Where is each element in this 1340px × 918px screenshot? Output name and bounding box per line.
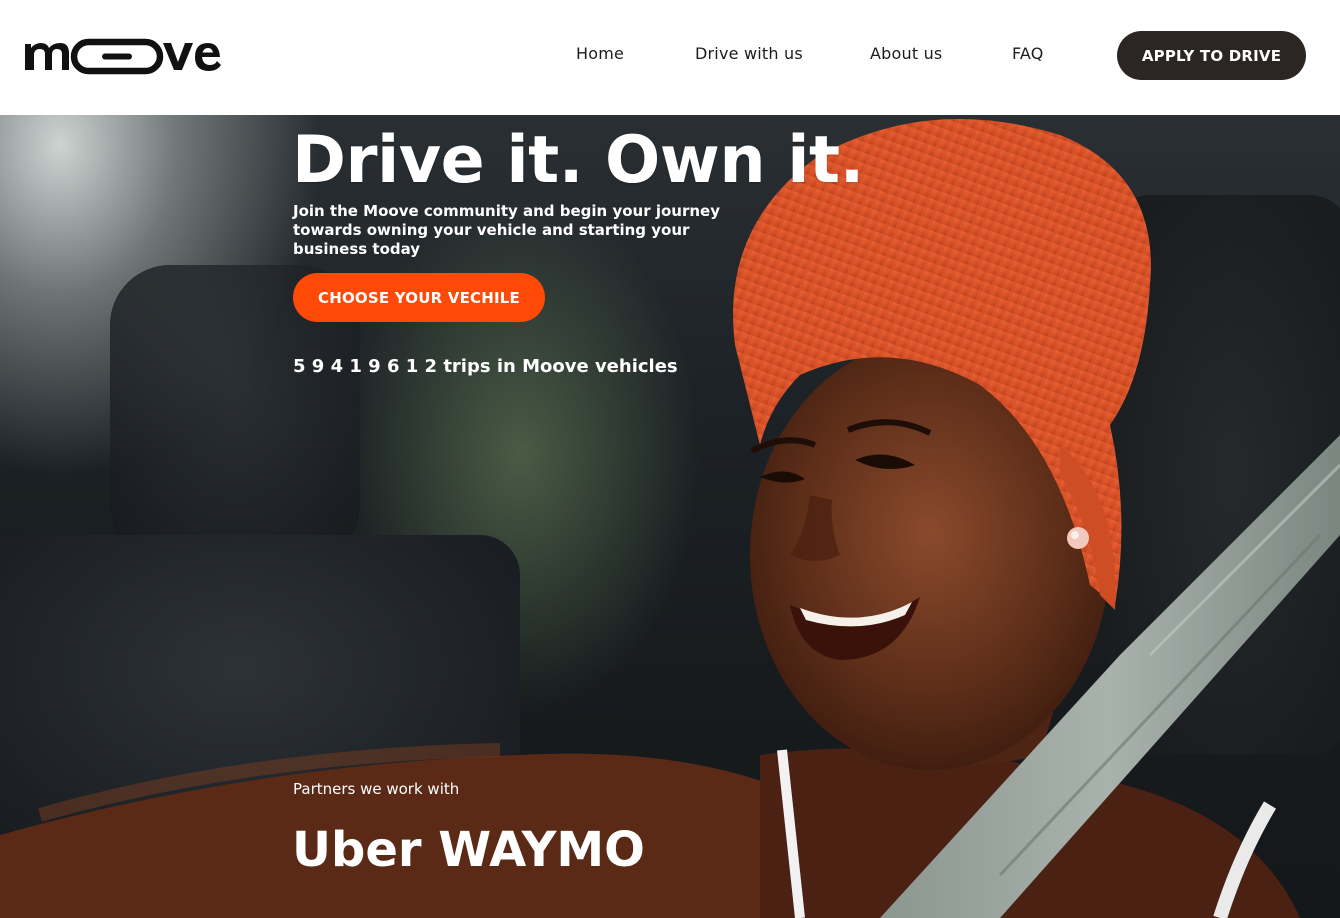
nav-drive-with-us-link[interactable]: Drive with us <box>695 44 803 63</box>
hero-subtitle: Join the Moove community and begin your … <box>293 202 720 258</box>
partners-label: Partners we work with <box>293 780 460 798</box>
apply-to-drive-button[interactable]: APPLY TO DRIVE <box>1117 31 1306 80</box>
partners-logos: Uber WAYMO <box>292 822 645 878</box>
trips-counter: 5 9 4 1 9 6 1 2 trips in Moove vehicles <box>293 356 678 377</box>
choose-vehicle-button[interactable]: CHOOSE YOUR VECHILE <box>293 273 545 322</box>
hero-section: Drive it. Own it. Join the Moove communi… <box>0 115 1340 918</box>
nav-faq-link[interactable]: FAQ <box>1012 44 1044 63</box>
nav-home-link[interactable]: Home <box>576 44 624 63</box>
site-header: Home Drive with us About us FAQ APPLY TO… <box>0 0 1340 115</box>
hero-title: Drive it. Own it. <box>292 123 864 198</box>
nav-about-us-link[interactable]: About us <box>870 44 942 63</box>
